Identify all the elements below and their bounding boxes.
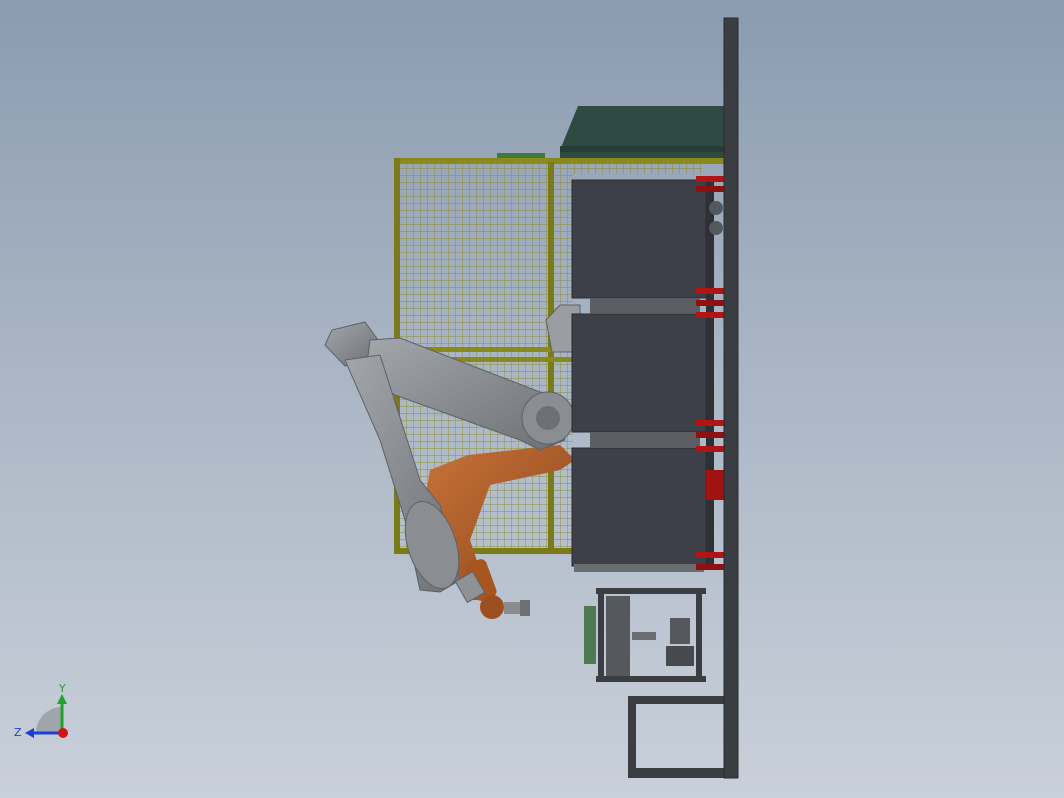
lower-machine-frame xyxy=(584,588,726,778)
roof-canopy xyxy=(497,106,726,160)
coordinate-triad: Y Z xyxy=(14,682,68,739)
x-axis-dot xyxy=(58,728,68,738)
z-axis-label: Z xyxy=(14,726,22,739)
triad-quadrant xyxy=(36,707,62,733)
vertical-wall-post xyxy=(723,17,739,779)
enclosure-cabinets xyxy=(571,179,723,572)
y-axis-label: Y xyxy=(58,682,66,695)
3d-model-viewport[interactable]: Y Z xyxy=(0,0,1064,798)
